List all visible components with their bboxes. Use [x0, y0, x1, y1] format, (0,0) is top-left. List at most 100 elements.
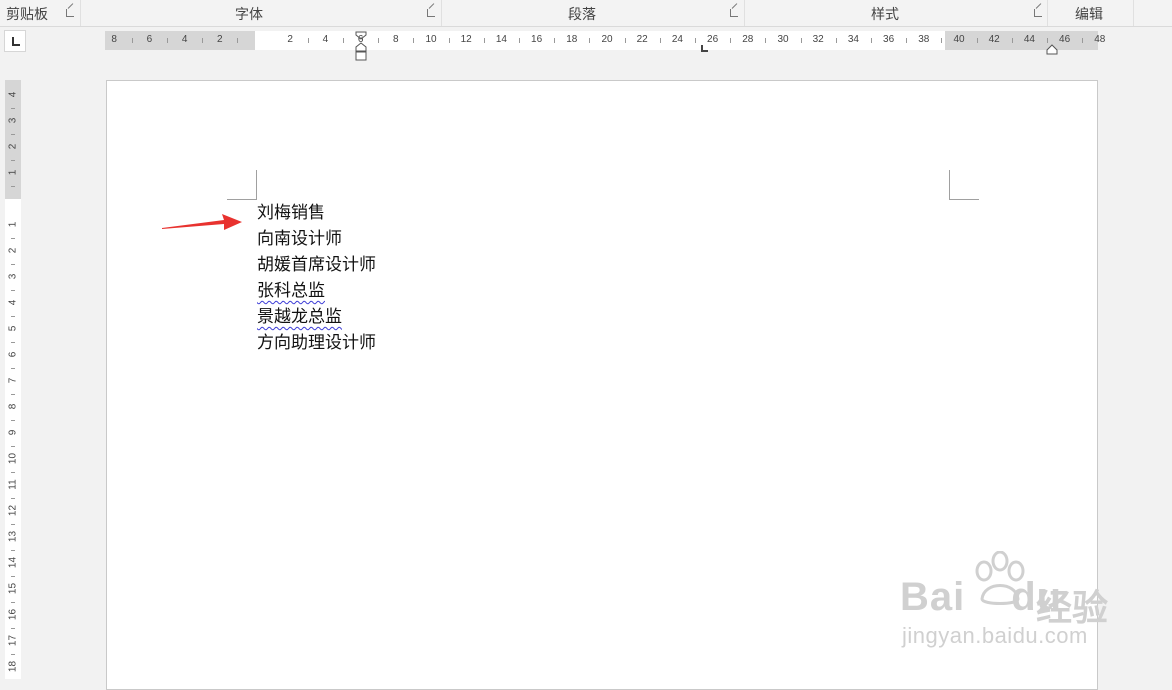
ruler-tick: [11, 186, 15, 187]
document-line[interactable]: 刘梅销售: [257, 201, 376, 227]
ruler-tick: [1082, 38, 1084, 43]
ruler-number: 10: [7, 452, 19, 465]
group-clipboard: 剪贴板: [0, 0, 81, 26]
document-line-text: 张科总监: [257, 281, 325, 301]
ruler-number: 7: [7, 377, 19, 384]
clipboard-dialog-launcher-icon[interactable]: [66, 9, 74, 17]
right-margin-area: [945, 31, 1098, 50]
document-line-text: 刘梅销售: [257, 203, 325, 223]
crop-mark-top-left: [227, 199, 257, 200]
ruler-tick: [976, 38, 978, 43]
ruler-tick: [11, 628, 15, 629]
watermark-url: jingyan.baidu.com: [902, 623, 1088, 648]
ruler-number: 5: [7, 325, 19, 332]
ruler-tick: [659, 38, 661, 43]
document-line-text: 景越龙总监: [257, 307, 342, 327]
group-label-clipboard: 剪贴板: [6, 7, 48, 23]
ruler-number: 4: [322, 34, 329, 45]
ruler-tick: [413, 38, 415, 43]
vertical-ruler[interactable]: 4 3 2 1 1 2 3 4 5 6 7 8 9 10 11 12 13 14 15 16 17 18: [5, 80, 21, 679]
ruler-number: 4: [181, 34, 188, 45]
ruler-tick: [11, 498, 15, 499]
ruler-tick: [11, 550, 15, 551]
ruler-tick: [1011, 38, 1013, 43]
ruler-tick: [131, 38, 133, 43]
ruler-tick: [11, 316, 15, 317]
ruler-number: 16: [531, 34, 543, 45]
ruler-number: 34: [847, 34, 859, 45]
ruler-tick: [765, 38, 767, 43]
ruler-tick: [11, 134, 15, 135]
ruler-number: 28: [742, 34, 754, 45]
group-label-font: 字体: [235, 7, 263, 23]
ruler-tick: [871, 38, 872, 43]
ruler-tick: [343, 38, 344, 43]
ruler-row: 8 6 4 2 2 4 6 8 10 12 14 16 18 20 22 24 26 28 30 32 34 36 38 40…: [0, 27, 1172, 61]
ruler-number: 4: [7, 91, 19, 98]
ruler-tick: [11, 238, 15, 239]
ruler-number: 2: [217, 34, 223, 45]
ruler-tick: [11, 524, 15, 525]
document-line[interactable]: 景越龙总监: [257, 305, 376, 331]
ruler-tick: [202, 38, 204, 43]
ruler-tick: [730, 38, 732, 43]
tab-selector-button[interactable]: [4, 30, 26, 52]
group-paragraph: 段落: [442, 0, 745, 26]
document-line-text: 方向助理设计师: [257, 333, 376, 353]
ruler-number: 6: [7, 351, 19, 358]
document-line[interactable]: 向南设计师: [257, 227, 376, 253]
ribbon-group-bar: 剪贴板 字体 段落 样式 编辑: [0, 0, 1172, 27]
ruler-number: 4: [7, 299, 19, 306]
ruler-number: 8: [7, 403, 19, 410]
group-label-styles: 样式: [871, 7, 899, 23]
ruler-tick: [11, 160, 15, 161]
ruler-tick: [11, 368, 15, 369]
group-styles: 样式: [745, 0, 1048, 26]
annotation-arrow-icon: [162, 214, 242, 230]
ruler-tick: [589, 38, 591, 43]
ruler-number: 18: [7, 660, 19, 673]
right-indent-marker-icon[interactable]: [1046, 44, 1058, 56]
document-line[interactable]: 胡媛首席设计师: [257, 253, 376, 279]
tab-stop-marker-icon[interactable]: [701, 45, 708, 52]
ruler-number: 20: [601, 34, 613, 45]
ruler-tick: [11, 394, 15, 395]
ruler-tick: [167, 38, 168, 43]
ruler-tick: [11, 342, 15, 343]
ruler-number: 2: [7, 143, 19, 150]
ruler-number: 12: [7, 504, 19, 517]
ruler-number: 32: [812, 34, 824, 45]
ruler-number: 2: [287, 34, 293, 45]
ruler-tick: [11, 576, 15, 577]
document-page[interactable]: 刘梅销售 向南设计师 胡媛首席设计师 张科总监 景越龙总监 方向助理设计师 Bai du 经…: [106, 80, 1108, 690]
paragraph-dialog-launcher-icon[interactable]: [730, 9, 738, 17]
horizontal-ruler[interactable]: 8 6 4 2 2 4 6 8 10 12 14 16 18 20 22 24 26 28 30 32 34 36 38 40…: [105, 31, 1105, 61]
ruler-tick: [11, 446, 15, 447]
ruler-number: 26: [707, 34, 719, 45]
document-line[interactable]: 方向助理设计师: [257, 331, 376, 357]
ruler-number: 30: [777, 34, 789, 45]
ruler-tick: [307, 38, 309, 43]
ruler-number: 42: [988, 34, 1000, 45]
document-body[interactable]: 刘梅销售向南设计师 胡媛首席设计师 张科总监景越龙总监方向助理设计师: [257, 201, 376, 357]
ruler-tick: [11, 602, 15, 603]
document-line[interactable]: 张科总监: [257, 279, 376, 305]
ruler-number: 36: [883, 34, 895, 45]
ruler-number: 12: [460, 34, 472, 45]
group-font: 字体: [81, 0, 442, 26]
ruler-tick: [554, 38, 556, 43]
ruler-tick: [941, 38, 943, 43]
ruler-number: 14: [495, 34, 507, 45]
ruler-number: 22: [636, 34, 648, 45]
ruler-tick: [483, 38, 485, 43]
ruler-number: 13: [7, 530, 19, 543]
styles-dialog-launcher-icon[interactable]: [1034, 9, 1042, 17]
group-editing: 编辑: [1048, 0, 1134, 26]
group-label-paragraph: 段落: [568, 7, 596, 23]
ruler-number: 44: [1023, 34, 1035, 45]
font-dialog-launcher-icon[interactable]: [427, 9, 435, 17]
ruler-number: 3: [7, 273, 19, 280]
ruler-tick: [11, 654, 15, 655]
ruler-tick: [378, 38, 380, 43]
left-margin-area: [105, 31, 255, 50]
